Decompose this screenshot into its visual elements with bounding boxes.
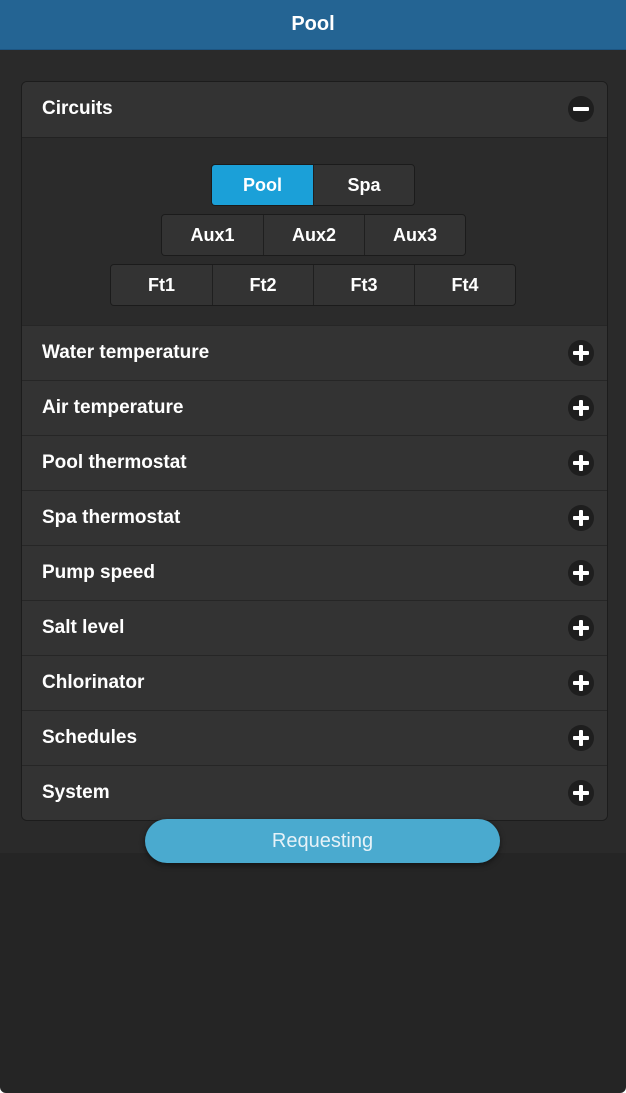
- plus-icon[interactable]: [568, 505, 594, 531]
- section-title: Salt level: [42, 617, 125, 638]
- section-header-chlorinator[interactable]: Chlorinator: [22, 655, 607, 710]
- accordion: Circuits Pool Spa Aux1 Aux2 Aux3 Ft1 Ft2…: [21, 81, 608, 821]
- section-title: Spa thermostat: [42, 507, 181, 528]
- section-header-pool-thermostat[interactable]: Pool thermostat: [22, 435, 607, 490]
- section-header-air-temperature[interactable]: Air temperature: [22, 380, 607, 435]
- minus-icon[interactable]: [568, 96, 594, 122]
- plus-icon[interactable]: [568, 615, 594, 641]
- status-indicator: Requesting: [145, 819, 500, 863]
- section-title: Pump speed: [42, 562, 155, 583]
- main-content: Circuits Pool Spa Aux1 Aux2 Aux3 Ft1 Ft2…: [0, 50, 626, 853]
- plus-icon[interactable]: [568, 725, 594, 751]
- circuit-button-ft2[interactable]: Ft2: [212, 265, 313, 305]
- plus-icon[interactable]: [568, 340, 594, 366]
- circuit-button-pool[interactable]: Pool: [212, 165, 313, 205]
- section-title: Schedules: [42, 727, 138, 748]
- circuit-button-ft1[interactable]: Ft1: [111, 265, 212, 305]
- section-header-salt-level[interactable]: Salt level: [22, 600, 607, 655]
- plus-icon[interactable]: [568, 670, 594, 696]
- section-header-water-temperature[interactable]: Water temperature: [22, 325, 607, 380]
- section-header-schedules[interactable]: Schedules: [22, 710, 607, 765]
- section-header-system[interactable]: System: [22, 765, 607, 820]
- section-title: Air temperature: [42, 397, 184, 418]
- plus-icon[interactable]: [568, 450, 594, 476]
- section-header-pump-speed[interactable]: Pump speed: [22, 545, 607, 600]
- page-title: Pool: [0, 0, 626, 50]
- app-window: Pool Circuits Pool Spa Aux1 Aux2 Aux3 Ft…: [0, 0, 626, 1093]
- plus-icon[interactable]: [568, 560, 594, 586]
- section-title: System: [42, 782, 110, 803]
- circuit-button-aux3[interactable]: Aux3: [364, 215, 465, 255]
- circuit-group-main: Pool Spa: [211, 164, 415, 206]
- section-title: Water temperature: [42, 342, 210, 363]
- section-header-spa-thermostat[interactable]: Spa thermostat: [22, 490, 607, 545]
- section-title: Circuits: [42, 98, 113, 119]
- circuit-button-ft3[interactable]: Ft3: [313, 265, 414, 305]
- circuit-button-aux2[interactable]: Aux2: [263, 215, 364, 255]
- plus-icon[interactable]: [568, 780, 594, 806]
- section-title: Chlorinator: [42, 672, 145, 693]
- plus-icon[interactable]: [568, 395, 594, 421]
- circuit-group-features: Ft1 Ft2 Ft3 Ft4: [110, 264, 516, 306]
- section-title: Pool thermostat: [42, 452, 187, 473]
- circuits-panel: Pool Spa Aux1 Aux2 Aux3 Ft1 Ft2 Ft3 Ft4: [22, 137, 607, 325]
- circuit-button-spa[interactable]: Spa: [313, 165, 414, 205]
- circuit-group-aux: Aux1 Aux2 Aux3: [161, 214, 466, 256]
- circuit-button-aux1[interactable]: Aux1: [162, 215, 263, 255]
- section-header-circuits[interactable]: Circuits: [22, 82, 607, 137]
- circuit-button-ft4[interactable]: Ft4: [414, 265, 515, 305]
